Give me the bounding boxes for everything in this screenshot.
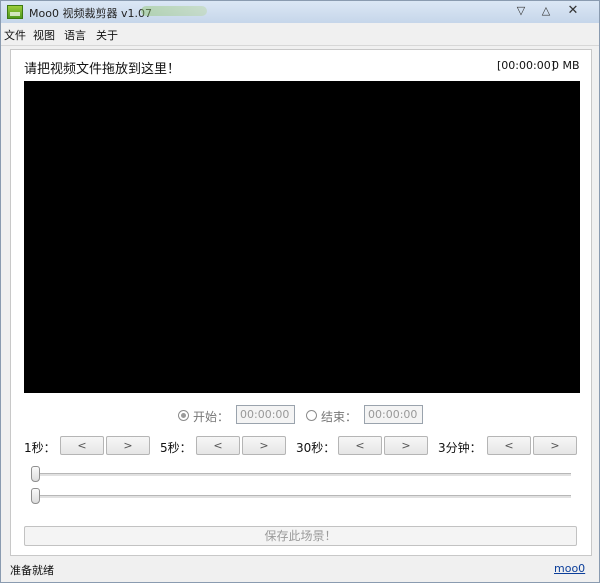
lower-slider-thumb[interactable] [31,488,40,504]
minimize-button[interactable]: ▽ [512,3,530,19]
main-panel: 请把视频文件拖放到这里！ [00:00:00] 0 MB 开始： 结束： 1秒：… [10,49,592,556]
step-controls: 1秒： < > 5秒： < > 30秒： < > 3分钟： < > [11,436,591,458]
step-30s-back-button[interactable]: < [338,436,382,455]
step-3m-label: 3分钟： [438,441,482,455]
window-title: Moo0 视频裁剪器 v1.07 [29,7,152,20]
upper-slider-track [31,473,571,476]
end-time-input[interactable] [364,405,423,424]
step-3m-forward-button[interactable]: > [533,436,577,455]
menu-file[interactable]: 文件 [4,27,26,43]
save-scene-button[interactable]: 保存此场景！ [24,526,577,546]
range-row: 开始： 结束： [11,405,591,427]
blurred-taskbar-text [141,6,207,16]
step-1s-forward-button[interactable]: > [106,436,150,455]
start-radio[interactable] [178,410,189,421]
title-bar[interactable]: Moo0 视频裁剪器 v1.07 ▽ △ ✕ [1,1,599,23]
close-button[interactable]: ✕ [564,3,582,19]
moo0-link[interactable]: moo0 [554,562,585,575]
step-1s-back-button[interactable]: < [60,436,104,455]
upper-slider-thumb[interactable] [31,466,40,482]
step-1s-label: 1秒： [24,441,56,455]
step-3m-back-button[interactable]: < [487,436,531,455]
app-icon [7,5,23,19]
time-readout: [00:00:00] [497,59,555,72]
step-5s-back-button[interactable]: < [196,436,240,455]
status-text: 准备就绪 [10,564,54,577]
maximize-button[interactable]: △ [537,3,555,19]
menu-language[interactable]: 语言 [64,27,86,43]
step-30s-label: 30秒： [296,441,336,455]
status-bar: 准备就绪 moo0 [1,558,599,582]
lower-position-slider[interactable] [31,488,571,504]
video-drop-area[interactable] [24,81,580,393]
lower-slider-track [31,495,571,498]
end-label: 结束： [321,410,358,424]
menu-view[interactable]: 视图 [33,27,55,43]
drop-hint: 请把视频文件拖放到这里！ [24,62,181,77]
start-label: 开始： [193,410,230,424]
menu-about[interactable]: 关于 [96,27,118,43]
upper-position-slider[interactable] [31,466,571,482]
start-time-input[interactable] [236,405,295,424]
step-30s-forward-button[interactable]: > [384,436,428,455]
end-radio[interactable] [306,410,317,421]
menu-bar: 文件 视图 语言 关于 [1,23,599,46]
step-5s-label: 5秒： [160,441,192,455]
step-5s-forward-button[interactable]: > [242,436,286,455]
size-readout: 0 MB [552,59,580,72]
app-window: Moo0 视频裁剪器 v1.07 ▽ △ ✕ 文件 视图 语言 关于 请把视频文… [0,0,600,583]
